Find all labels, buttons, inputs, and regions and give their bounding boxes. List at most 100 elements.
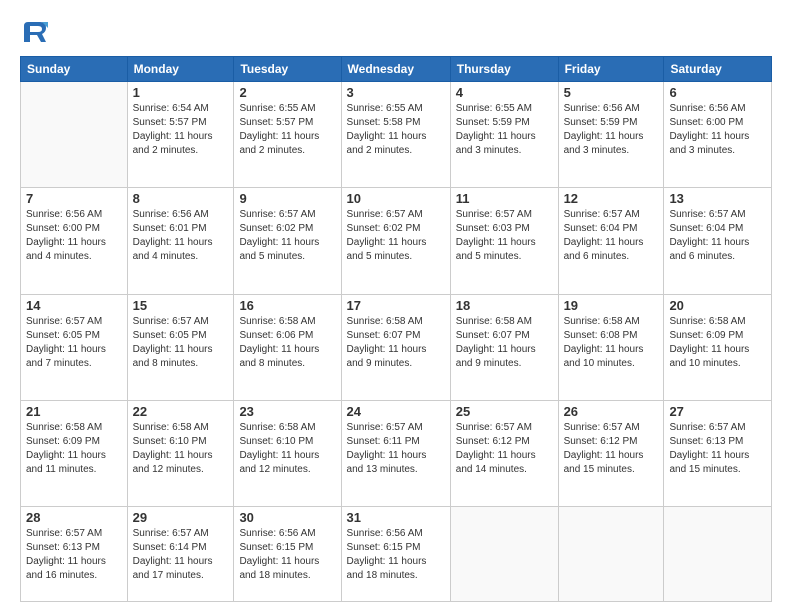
day-cell: 25 Sunrise: 6:57 AMSunset: 6:12 PMDayligh… xyxy=(450,401,558,507)
day-number: 21 xyxy=(26,404,122,419)
day-info: Sunrise: 6:57 AMSunset: 6:03 PMDaylight:… xyxy=(456,208,553,264)
day-number: 9 xyxy=(239,191,335,206)
col-header-sunday: Sunday xyxy=(21,57,128,82)
day-cell: 15 Sunrise: 6:57 AMSunset: 6:05 PMDayligh… xyxy=(127,294,234,400)
day-number: 4 xyxy=(456,85,553,100)
day-number: 16 xyxy=(239,298,335,313)
day-cell xyxy=(664,507,772,602)
day-number: 22 xyxy=(133,404,229,419)
day-number: 30 xyxy=(239,510,335,525)
day-info: Sunrise: 6:56 AMSunset: 5:59 PMDaylight:… xyxy=(564,102,659,158)
day-info: Sunrise: 6:57 AMSunset: 6:12 PMDaylight:… xyxy=(564,421,659,477)
day-info: Sunrise: 6:57 AMSunset: 6:13 PMDaylight:… xyxy=(669,421,766,477)
day-info: Sunrise: 6:58 AMSunset: 6:09 PMDaylight:… xyxy=(669,315,766,371)
day-cell: 20 Sunrise: 6:58 AMSunset: 6:09 PMDayligh… xyxy=(664,294,772,400)
day-number: 29 xyxy=(133,510,229,525)
day-cell xyxy=(450,507,558,602)
day-number: 3 xyxy=(347,85,445,100)
day-number: 24 xyxy=(347,404,445,419)
day-info: Sunrise: 6:58 AMSunset: 6:08 PMDaylight:… xyxy=(564,315,659,371)
day-info: Sunrise: 6:58 AMSunset: 6:09 PMDaylight:… xyxy=(26,421,122,477)
col-header-tuesday: Tuesday xyxy=(234,57,341,82)
day-cell xyxy=(21,82,128,188)
day-number: 10 xyxy=(347,191,445,206)
day-info: Sunrise: 6:57 AMSunset: 6:05 PMDaylight:… xyxy=(133,315,229,371)
day-number: 19 xyxy=(564,298,659,313)
logo xyxy=(20,18,52,46)
day-info: Sunrise: 6:57 AMSunset: 6:14 PMDaylight:… xyxy=(133,527,229,583)
week-row-3: 14 Sunrise: 6:57 AMSunset: 6:05 PMDayligh… xyxy=(21,294,772,400)
day-cell: 6Sunrise: 6:56 AMSunset: 6:00 PMDaylight… xyxy=(664,82,772,188)
day-number: 23 xyxy=(239,404,335,419)
day-cell: 23 Sunrise: 6:58 AMSunset: 6:10 PMDayligh… xyxy=(234,401,341,507)
day-info: Sunrise: 6:58 AMSunset: 6:07 PMDaylight:… xyxy=(347,315,445,371)
day-number: 8 xyxy=(133,191,229,206)
day-cell: 5 Sunrise: 6:56 AMSunset: 5:59 PMDaylight… xyxy=(558,82,664,188)
day-number: 13 xyxy=(669,191,766,206)
day-cell: 12 Sunrise: 6:57 AMSunset: 6:04 PMDayligh… xyxy=(558,188,664,294)
day-number: 28 xyxy=(26,510,122,525)
day-info: Sunrise: 6:56 AMSunset: 6:15 PMDaylight:… xyxy=(347,527,445,583)
day-info: Sunrise: 6:58 AMSunset: 6:07 PMDaylight:… xyxy=(456,315,553,371)
col-header-friday: Friday xyxy=(558,57,664,82)
day-number: 2 xyxy=(239,85,335,100)
day-info: Sunrise: 6:57 AMSunset: 6:13 PMDaylight:… xyxy=(26,527,122,583)
day-number: 18 xyxy=(456,298,553,313)
day-number: 7 xyxy=(26,191,122,206)
logo-icon xyxy=(20,18,48,46)
day-number: 11 xyxy=(456,191,553,206)
day-info: Sunrise: 6:55 AMSunset: 5:58 PMDaylight:… xyxy=(347,102,445,158)
header-row: SundayMondayTuesdayWednesdayThursdayFrid… xyxy=(21,57,772,82)
week-row-2: 7 Sunrise: 6:56 AMSunset: 6:00 PMDaylight… xyxy=(21,188,772,294)
day-info: Sunrise: 6:57 AMSunset: 6:02 PMDaylight:… xyxy=(347,208,445,264)
day-info: Sunrise: 6:57 AMSunset: 6:05 PMDaylight:… xyxy=(26,315,122,371)
day-number: 27 xyxy=(669,404,766,419)
day-info: Sunrise: 6:54 AMSunset: 5:57 PMDaylight:… xyxy=(133,102,229,158)
day-info: Sunrise: 6:56 AMSunset: 6:15 PMDaylight:… xyxy=(239,527,335,583)
day-cell: 19 Sunrise: 6:58 AMSunset: 6:08 PMDayligh… xyxy=(558,294,664,400)
header xyxy=(20,18,772,46)
day-cell: 26 Sunrise: 6:57 AMSunset: 6:12 PMDayligh… xyxy=(558,401,664,507)
day-info: Sunrise: 6:58 AMSunset: 6:10 PMDaylight:… xyxy=(239,421,335,477)
day-number: 12 xyxy=(564,191,659,206)
week-row-1: 1 Sunrise: 6:54 AMSunset: 5:57 PMDaylight… xyxy=(21,82,772,188)
day-cell: 31 Sunrise: 6:56 AMSunset: 6:15 PMDayligh… xyxy=(341,507,450,602)
day-cell: 2Sunrise: 6:55 AMSunset: 5:57 PMDaylight… xyxy=(234,82,341,188)
day-number: 26 xyxy=(564,404,659,419)
day-number: 31 xyxy=(347,510,445,525)
day-cell: 18 Sunrise: 6:58 AMSunset: 6:07 PMDayligh… xyxy=(450,294,558,400)
day-info: Sunrise: 6:57 AMSunset: 6:02 PMDaylight:… xyxy=(239,208,335,264)
day-info: Sunrise: 6:57 AMSunset: 6:11 PMDaylight:… xyxy=(347,421,445,477)
day-cell: 8 Sunrise: 6:56 AMSunset: 6:01 PMDaylight… xyxy=(127,188,234,294)
day-cell: 16Sunrise: 6:58 AMSunset: 6:06 PMDayligh… xyxy=(234,294,341,400)
day-info: Sunrise: 6:56 AMSunset: 6:00 PMDaylight:… xyxy=(669,102,766,158)
day-info: Sunrise: 6:57 AMSunset: 6:12 PMDaylight:… xyxy=(456,421,553,477)
day-number: 25 xyxy=(456,404,553,419)
day-info: Sunrise: 6:57 AMSunset: 6:04 PMDaylight:… xyxy=(669,208,766,264)
day-cell xyxy=(558,507,664,602)
day-cell: 4 Sunrise: 6:55 AMSunset: 5:59 PMDaylight… xyxy=(450,82,558,188)
day-number: 1 xyxy=(133,85,229,100)
day-cell: 3 Sunrise: 6:55 AMSunset: 5:58 PMDaylight… xyxy=(341,82,450,188)
day-number: 17 xyxy=(347,298,445,313)
calendar-table: SundayMondayTuesdayWednesdayThursdayFrid… xyxy=(20,56,772,602)
col-header-monday: Monday xyxy=(127,57,234,82)
week-row-4: 21 Sunrise: 6:58 AMSunset: 6:09 PMDayligh… xyxy=(21,401,772,507)
day-number: 15 xyxy=(133,298,229,313)
day-cell: 10 Sunrise: 6:57 AMSunset: 6:02 PMDayligh… xyxy=(341,188,450,294)
day-cell: 22 Sunrise: 6:58 AMSunset: 6:10 PMDayligh… xyxy=(127,401,234,507)
day-info: Sunrise: 6:56 AMSunset: 6:01 PMDaylight:… xyxy=(133,208,229,264)
day-cell: 7 Sunrise: 6:56 AMSunset: 6:00 PMDaylight… xyxy=(21,188,128,294)
day-cell: 21 Sunrise: 6:58 AMSunset: 6:09 PMDayligh… xyxy=(21,401,128,507)
day-number: 14 xyxy=(26,298,122,313)
day-number: 20 xyxy=(669,298,766,313)
day-cell: 24 Sunrise: 6:57 AMSunset: 6:11 PMDayligh… xyxy=(341,401,450,507)
day-info: Sunrise: 6:55 AMSunset: 5:59 PMDaylight:… xyxy=(456,102,553,158)
day-number: 5 xyxy=(564,85,659,100)
day-cell: 13 Sunrise: 6:57 AMSunset: 6:04 PMDayligh… xyxy=(664,188,772,294)
day-info: Sunrise: 6:56 AMSunset: 6:00 PMDaylight:… xyxy=(26,208,122,264)
day-info: Sunrise: 6:58 AMSunset: 6:10 PMDaylight:… xyxy=(133,421,229,477)
col-header-thursday: Thursday xyxy=(450,57,558,82)
col-header-wednesday: Wednesday xyxy=(341,57,450,82)
day-info: Sunrise: 6:57 AMSunset: 6:04 PMDaylight:… xyxy=(564,208,659,264)
